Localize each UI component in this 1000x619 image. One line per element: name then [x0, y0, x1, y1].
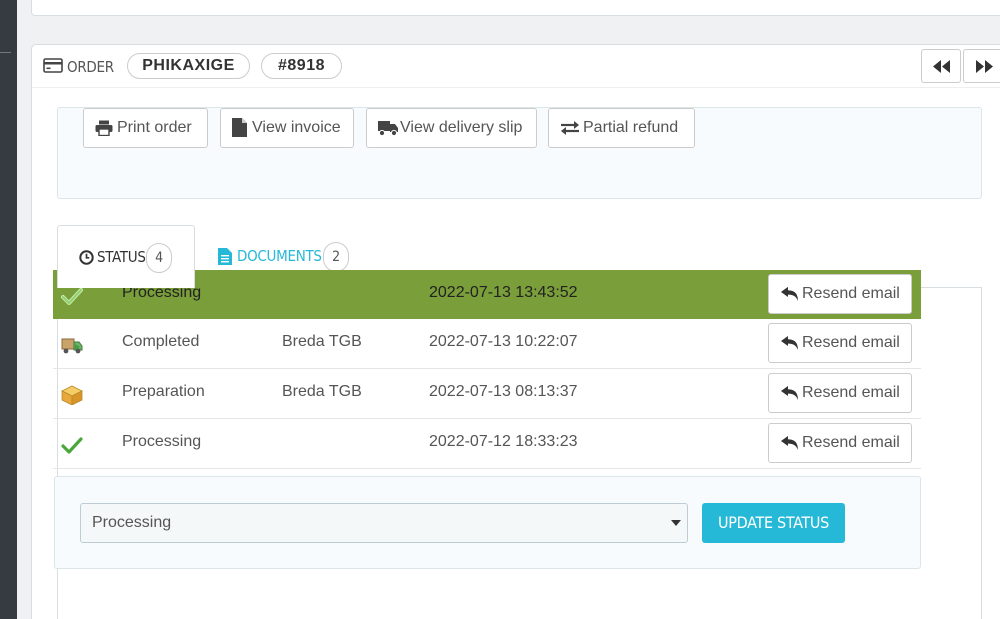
update-status-form: Processing UPDATE STATUS [54, 476, 921, 569]
status-name: Preparation [122, 383, 205, 400]
check-icon [61, 288, 83, 305]
top-panel [31, 0, 1000, 16]
status-count-badge: 4 [146, 243, 172, 273]
package-icon [61, 385, 83, 405]
view-delivery-slip-label: View delivery slip [400, 119, 523, 136]
resend-email-label: Resend email [802, 384, 900, 401]
table-row: Completed Breda TGB 2022-07-13 10:22:07 … [53, 319, 921, 369]
view-delivery-slip-button[interactable]: View delivery slip [366, 108, 537, 148]
tab-status-label: STATUS [97, 248, 146, 266]
view-invoice-label: View invoice [252, 119, 341, 136]
left-sidebar [0, 0, 17, 619]
reply-icon [781, 436, 798, 450]
status-history-table: Processing 2022-07-13 13:43:52 Resend em… [53, 270, 921, 469]
partial-refund-button[interactable]: Partial refund [548, 108, 695, 148]
resend-email-button[interactable]: Resend email [768, 323, 912, 363]
reply-icon [781, 287, 798, 301]
tab-status[interactable]: STATUS 4 [57, 225, 195, 288]
resend-email-button[interactable]: Resend email [768, 423, 912, 463]
status-select[interactable]: Processing [80, 503, 688, 543]
clock-icon [79, 250, 94, 265]
reply-icon [781, 336, 798, 350]
backward-icon [933, 60, 950, 73]
status-date: 2022-07-12 18:33:23 [429, 433, 578, 450]
status-select-value: Processing [92, 514, 172, 531]
truck-icon [61, 338, 83, 354]
chevron-down-icon [671, 520, 681, 526]
check-icon [61, 437, 83, 454]
reply-icon [781, 386, 798, 400]
resend-email-button[interactable]: Resend email [768, 274, 912, 314]
partial-refund-label: Partial refund [583, 119, 679, 136]
credit-card-icon [43, 58, 63, 73]
print-order-label: Print order [117, 119, 192, 136]
employee-name: Breda TGB [282, 333, 362, 350]
update-status-button[interactable]: UPDATE STATUS [702, 503, 845, 543]
file-icon [232, 118, 247, 137]
print-order-button[interactable]: Print order [83, 108, 208, 148]
printer-icon [95, 120, 113, 136]
employee-name: Breda TGB [282, 383, 362, 400]
documents-count-badge: 2 [323, 242, 349, 272]
previous-order-button[interactable] [921, 49, 961, 83]
tab-documents-label: DOCUMENTS [237, 247, 322, 265]
resend-email-label: Resend email [802, 434, 900, 451]
truck-icon [378, 121, 398, 136]
status-date: 2022-07-13 13:43:52 [429, 284, 578, 301]
sidebar-divider [0, 52, 11, 53]
resend-email-button[interactable]: Resend email [768, 373, 912, 413]
resend-email-label: Resend email [802, 334, 900, 351]
resend-email-label: Resend email [802, 285, 900, 302]
forward-icon [976, 60, 993, 73]
panel-title: ORDER [67, 58, 114, 76]
order-actions-well: Print order View invoice View delivery s… [57, 107, 982, 199]
view-invoice-button[interactable]: View invoice [220, 108, 354, 148]
next-order-button[interactable] [963, 49, 1000, 83]
status-name: Completed [122, 333, 200, 350]
status-date: 2022-07-13 08:13:37 [429, 383, 578, 400]
order-reference-badge: PHIKAXIGE [127, 53, 250, 79]
order-id-badge: #8918 [261, 53, 342, 79]
exchange-icon [561, 121, 579, 135]
status-name: Processing [122, 433, 202, 450]
panel-heading: ORDER PHIKAXIGE #8918 [32, 45, 1000, 88]
document-icon [218, 248, 232, 265]
status-date: 2022-07-13 10:22:07 [429, 333, 578, 350]
table-row: Processing 2022-07-12 18:33:23 Resend em… [53, 419, 921, 469]
table-row: Preparation Breda TGB 2022-07-13 08:13:3… [53, 369, 921, 419]
